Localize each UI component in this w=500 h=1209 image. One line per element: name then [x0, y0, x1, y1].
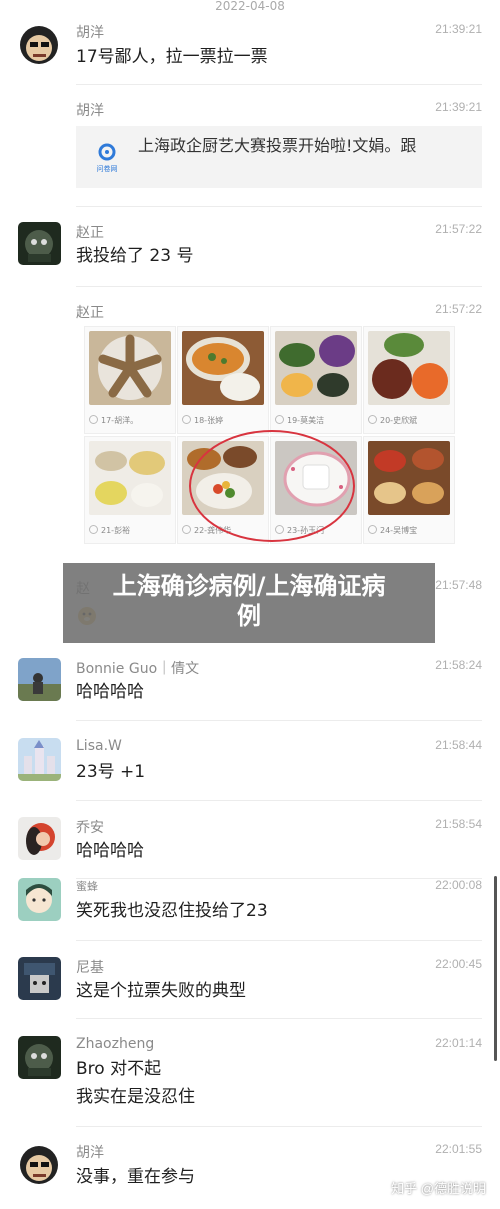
dish-label: 21-彭裕 — [101, 526, 131, 535]
message-text: 没事，重在参与 — [76, 1167, 195, 1187]
sender-name: 赵正 — [76, 225, 104, 241]
timestamp: 21:58:44 — [435, 738, 482, 752]
dish-tile[interactable]: 19-莫美洁 — [270, 326, 362, 434]
chat-history: 2022-04-08 胡洋 21:39:21 17号鄙人，拉一票拉一票 胡洋 2… — [0, 0, 500, 1209]
message-text: 哈哈哈哈 — [76, 682, 144, 702]
timestamp: 21:39:21 — [435, 100, 482, 114]
message-text: 这是个拉票失败的典型 — [76, 981, 246, 1001]
sender-name: 胡洋 — [76, 25, 104, 41]
dish-caption: 24-吴博宝 — [368, 525, 417, 536]
dish-photo — [368, 331, 450, 405]
divider — [76, 800, 482, 801]
dish-caption: 20-史欣斌 — [368, 415, 417, 426]
sender-name: 赵正 — [76, 305, 104, 321]
sender-name: 胡洋 — [76, 1145, 104, 1161]
sender-name: 蜜蜂 — [76, 880, 98, 893]
avatar[interactable] — [18, 817, 61, 860]
radio-icon[interactable] — [89, 525, 98, 534]
dish-photo — [89, 441, 171, 515]
timestamp: 22:00:08 — [435, 878, 482, 892]
avatar[interactable] — [18, 738, 61, 781]
dish-tile[interactable]: 18-张婷 — [177, 326, 269, 434]
dish-caption: 21-彭裕 — [89, 525, 130, 536]
banner-line-2: 例 — [237, 602, 261, 630]
avatar[interactable] — [18, 1144, 61, 1187]
radio-icon[interactable] — [368, 525, 377, 534]
message-text: 笑死我也没忍住投给了23 — [76, 901, 268, 921]
dish-label: 18-张婷 — [194, 416, 224, 425]
radio-icon[interactable] — [89, 415, 98, 424]
dish-caption: 19-莫美洁 — [275, 415, 324, 426]
avatar[interactable] — [18, 24, 61, 67]
timestamp: 21:58:24 — [435, 658, 482, 672]
sender-name: Zhaozheng — [76, 1036, 155, 1052]
timestamp: 21:39:21 — [435, 22, 482, 36]
avatar[interactable] — [18, 222, 61, 265]
dish-label: 24-吴博宝 — [380, 526, 418, 535]
sender-name: 乔安 — [76, 820, 104, 836]
message-text-line2: 我实在是没忍住 — [76, 1087, 195, 1107]
message-text: 哈哈哈哈 — [76, 841, 144, 861]
divider — [76, 720, 482, 721]
dish-photo — [368, 441, 450, 515]
avatar[interactable] — [18, 658, 61, 701]
sender-name: 胡洋 — [76, 103, 104, 119]
avatar[interactable] — [18, 878, 61, 921]
dish-photo — [275, 331, 357, 405]
scrollbar[interactable] — [494, 876, 497, 1061]
message-text: 17号鄙人，拉一票拉一票 — [76, 47, 268, 67]
radio-icon[interactable] — [182, 525, 191, 534]
card-title: 上海政企厨艺大赛投票开始啦!文娟。跟 — [138, 136, 417, 155]
sender-name: Bonnie Guo｜倩文 — [76, 661, 200, 677]
radio-icon[interactable] — [368, 415, 377, 424]
timestamp: 22:01:55 — [435, 1142, 482, 1156]
timestamp: 21:57:22 — [435, 222, 482, 236]
dish-caption: 18-张婷 — [182, 415, 223, 426]
watermark: 知乎 @德胜说明 — [391, 1181, 486, 1196]
divider — [76, 286, 482, 287]
divider — [76, 878, 482, 879]
sender-name: Lisa.W — [76, 738, 122, 754]
title-overlay-banner: 上海确诊病例/上海确证病 例 — [63, 563, 435, 643]
message-text: 23号 +1 — [76, 762, 146, 782]
timestamp: 21:57:22 — [435, 302, 482, 316]
avatar[interactable] — [18, 957, 61, 1000]
highlight-circle — [189, 430, 355, 542]
dish-tile[interactable]: 21-彭裕 — [84, 436, 176, 544]
dish-label: 20-史欣斌 — [380, 416, 418, 425]
radio-icon[interactable] — [182, 415, 191, 424]
dish-caption: 17-胡洋。 — [89, 415, 138, 426]
message-text: 我投给了 23 号 — [76, 246, 194, 266]
timestamp: 22:00:45 — [435, 957, 482, 971]
banner-line-1: 上海确诊病例/上海确证病 — [112, 572, 386, 600]
dish-label: 19-莫美洁 — [287, 416, 325, 425]
dish-tile[interactable]: 17-胡洋。 — [84, 326, 176, 434]
timestamp: 21:58:54 — [435, 817, 482, 831]
divider — [76, 1126, 482, 1127]
avatar[interactable] — [18, 1036, 61, 1079]
divider — [76, 84, 482, 85]
timestamp: 22:01:14 — [435, 1036, 482, 1050]
divider — [76, 1018, 482, 1019]
dish-tile[interactable]: 24-吴博宝 — [363, 436, 455, 544]
divider — [76, 206, 482, 207]
dish-label: 17-胡洋。 — [101, 416, 139, 425]
questionnaire-logo-icon: 问卷网 — [90, 140, 124, 174]
questionnaire-logo-label: 问卷网 — [97, 164, 118, 173]
radio-icon[interactable] — [275, 415, 284, 424]
divider — [76, 940, 482, 941]
dish-tile[interactable]: 20-史欣斌 — [363, 326, 455, 434]
message-text: Bro 对不起 — [76, 1059, 162, 1079]
dish-photo — [182, 331, 264, 405]
sender-name: 尼基 — [76, 960, 104, 976]
timestamp: 21:57:48 — [435, 578, 482, 592]
date-label: 2022-04-08 — [215, 0, 285, 12]
link-card[interactable]: 问卷网 上海政企厨艺大赛投票开始啦!文娟。跟 — [76, 126, 482, 188]
dish-photo — [89, 331, 171, 405]
